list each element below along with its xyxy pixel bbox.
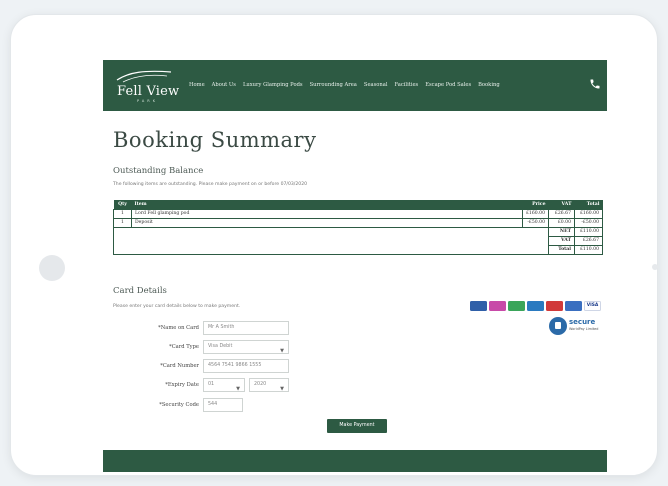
solo-icon xyxy=(527,301,544,311)
visa-text-icon: VISA xyxy=(584,301,601,311)
row-vat: £0.00 xyxy=(548,217,575,228)
row-total: -£50.00 xyxy=(574,217,603,228)
nav-escape-pod-sales[interactable]: Escape Pod Sales xyxy=(425,82,471,88)
expiry-date-row: *Expiry Date 01 ▼ 2020 ▼ xyxy=(113,378,413,392)
nav-facilities[interactable]: Facilities xyxy=(395,82,419,88)
expiry-year-value: 2020 xyxy=(254,382,267,387)
table-header-row: Qty Item Price VAT Total xyxy=(113,200,603,209)
lock-icon xyxy=(549,317,567,335)
summary-row-net: NET £110.00 xyxy=(113,226,603,255)
row-qty: 1 xyxy=(113,208,132,219)
row-item: Lord Fell glamping pod xyxy=(131,208,523,219)
logo-text: Fell View xyxy=(117,84,180,99)
summary-spacer xyxy=(113,226,549,255)
row-total: £160.00 xyxy=(574,208,603,219)
col-total: Total xyxy=(574,200,603,209)
summary-total-value: £110.00 xyxy=(574,244,603,255)
col-price: Price xyxy=(522,200,549,209)
main-nav: Home About Us Luxury Glamping Pods Surro… xyxy=(189,82,500,88)
row-qty: 1 xyxy=(113,217,132,228)
nav-luxury-glamping-pods[interactable]: Luxury Glamping Pods xyxy=(243,82,303,88)
row-vat: £26.67 xyxy=(548,208,575,219)
amex-icon xyxy=(546,301,563,311)
chevron-down-icon: ▼ xyxy=(280,386,284,392)
mastercard-icon xyxy=(489,301,506,311)
logo-swoosh-icon xyxy=(116,70,172,83)
col-qty: Qty xyxy=(113,200,132,209)
secure-subtext: WorldPay Limited xyxy=(569,327,599,331)
booking-table: Qty Item Price VAT Total 1 Lord Fell gla… xyxy=(113,200,603,255)
outstanding-balance-heading: Outstanding Balance xyxy=(113,166,204,176)
accepted-cards: VISA xyxy=(470,301,601,311)
card-type-select[interactable]: Visa Debit ▼ xyxy=(203,340,289,354)
security-code-label: *Security Code xyxy=(159,402,199,408)
make-payment-button[interactable]: Make Payment xyxy=(327,419,387,433)
card-type-label: *Card Type xyxy=(169,344,199,350)
summary-net-value: £110.00 xyxy=(574,226,603,237)
site-logo[interactable]: Fell View PARK xyxy=(113,68,180,104)
logo-subtext: PARK xyxy=(137,99,159,103)
name-on-card-row: *Name on Card Mr A Smith xyxy=(113,321,413,335)
secure-badge: secure WorldPay Limited xyxy=(549,316,601,336)
security-code-input[interactable]: 544 xyxy=(203,398,243,412)
summary-net-label: NET xyxy=(548,226,575,237)
card-number-input[interactable]: 4564 7541 9866 1555 xyxy=(203,359,289,373)
row-price: -£50.00 xyxy=(522,217,549,228)
expiry-month-value: 01 xyxy=(208,382,215,387)
chevron-down-icon: ▼ xyxy=(280,348,284,354)
expiry-month-select[interactable]: 01 ▼ xyxy=(203,378,245,392)
name-on-card-input[interactable]: Mr A Smith xyxy=(203,321,289,335)
website-screen: Fell View PARK Home About Us Luxury Glam… xyxy=(103,60,607,472)
outstanding-balance-note: The following items are outstanding. Ple… xyxy=(113,182,308,187)
summary-total-label: Total xyxy=(548,244,575,255)
row-item: Deposit xyxy=(131,217,523,228)
tablet-home-button[interactable] xyxy=(39,255,65,281)
col-item: Item xyxy=(131,200,523,209)
row-price: £160.00 xyxy=(522,208,549,219)
col-vat: VAT xyxy=(548,200,575,209)
nav-about-us[interactable]: About Us xyxy=(212,82,236,88)
card-type-value: Visa Debit xyxy=(208,344,233,349)
maestro-icon xyxy=(470,301,487,311)
card-details-heading: Card Details xyxy=(113,286,167,296)
site-footer xyxy=(103,450,607,472)
name-on-card-label: *Name on Card xyxy=(158,325,199,331)
nav-home[interactable]: Home xyxy=(189,82,205,88)
card-number-row: *Card Number 4564 7541 9866 1555 xyxy=(113,359,413,373)
summary-vat-value: £26.67 xyxy=(574,235,603,246)
tablet-frame: Fell View PARK Home About Us Luxury Glam… xyxy=(10,14,658,476)
visa-icon xyxy=(565,301,582,311)
site-header: Fell View PARK Home About Us Luxury Glam… xyxy=(103,60,607,111)
page-title: Booking Summary xyxy=(113,128,317,152)
phone-icon[interactable] xyxy=(589,78,601,90)
nav-booking[interactable]: Booking xyxy=(478,82,500,88)
expiry-year-select[interactable]: 2020 ▼ xyxy=(249,378,289,392)
chevron-down-icon: ▼ xyxy=(236,386,240,392)
visa-electron-icon xyxy=(508,301,525,311)
tablet-camera xyxy=(652,264,658,270)
security-code-row: *Security Code 544 xyxy=(113,398,413,412)
summary-vat-label: VAT xyxy=(548,235,575,246)
table-row: 1 Deposit -£50.00 £0.00 -£50.00 xyxy=(113,217,603,228)
card-number-label: *Card Number xyxy=(160,363,199,369)
expiry-date-label: *Expiry Date xyxy=(165,382,199,388)
card-type-row: *Card Type Visa Debit ▼ xyxy=(113,340,413,354)
card-details-note: Please enter your card details below to … xyxy=(113,304,241,309)
table-row: 1 Lord Fell glamping pod £160.00 £26.67 … xyxy=(113,208,603,219)
nav-surrounding-area[interactable]: Surrounding Area xyxy=(310,82,357,88)
nav-seasonal[interactable]: Seasonal xyxy=(364,82,388,88)
secure-text: secure xyxy=(569,318,596,326)
